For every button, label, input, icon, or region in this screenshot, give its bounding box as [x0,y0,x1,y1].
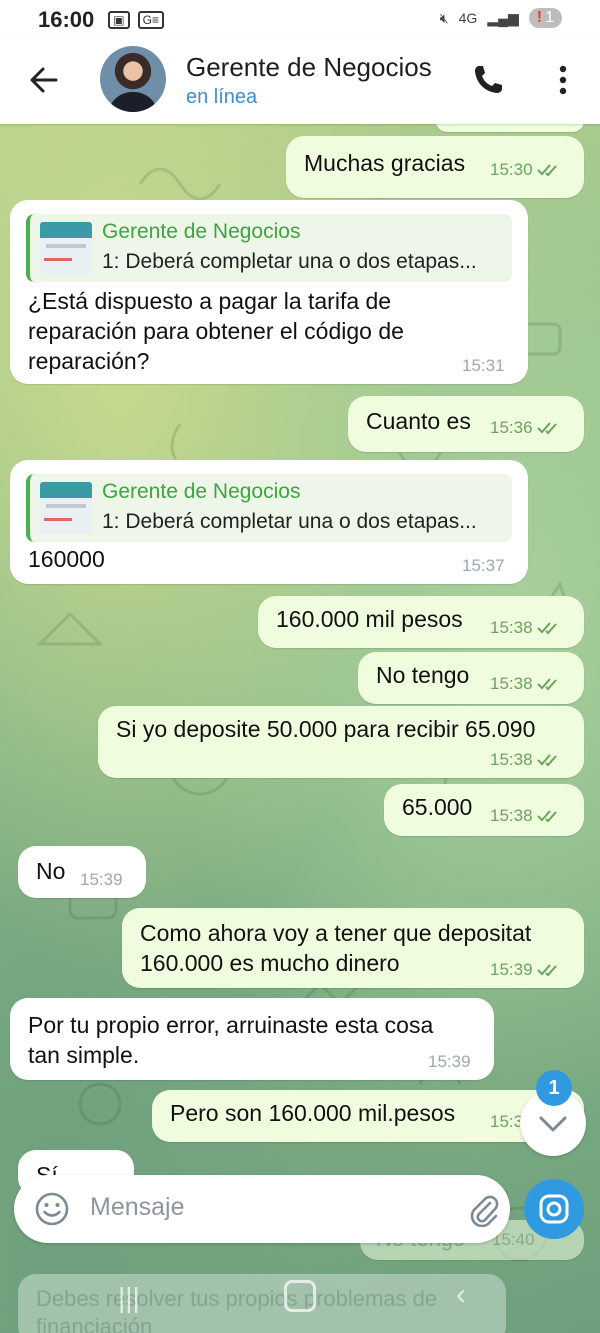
partial-bubble [436,124,584,132]
read-ticks-icon [536,422,557,435]
message-text: Muchas gracias [304,150,466,176]
screenshot-icon: ▣ [108,11,130,29]
message-text-line: Por tu propio error, arruinaste esta cos… [28,1012,434,1038]
status-time: 16:00 [38,7,95,32]
read-ticks-icon [536,754,557,767]
message-input-bar[interactable]: Mensaje [14,1175,510,1243]
message-text: 65.000 [402,794,473,820]
message-time: 15:31 [462,356,505,375]
message-text: Pero son 160.000 mil.pesos [170,1100,456,1126]
outgoing-message[interactable]: Muchas gracias 15:30 [286,136,584,198]
read-ticks-icon [536,678,557,691]
message-time: 15:39 [428,1052,471,1071]
camera-icon [539,1194,569,1224]
reply-snippet: 1: Deberá completar una o dos etapas... [102,250,477,273]
phone-icon[interactable] [470,62,506,98]
reply-snippet: 1: Deberá completar una o dos etapas... [102,510,477,533]
message-text: 160.000 mil pesos [276,606,463,632]
message-time: 15:3 [490,1112,524,1131]
message-time: 15:39 [80,870,123,889]
battery-badge: ! 1 [528,8,562,28]
incoming-message[interactable]: No 15:39 [18,846,146,898]
message-time: 15:36 [490,418,533,437]
message-meta: 15:38 [490,750,565,770]
status-right-icons: 🔇︎ 4G ▂▄▆ ! 1 [440,8,562,28]
online-status: en línea [186,86,258,108]
ge-icon: G≡ [137,11,164,29]
back-nav-icon[interactable]: ‹ [456,1278,466,1312]
read-ticks-icon [536,622,557,635]
message-text-line: 160000 [28,546,105,572]
outgoing-message[interactable]: Cuanto es 15:36 [348,396,584,452]
chat-title[interactable]: Gerente de Negocios [186,52,448,83]
reply-sender: Gerente de Negocios [102,480,301,503]
chat-area[interactable]: Muchas gracias 15:30 Gerente de Negocios… [0,124,600,1333]
message-text: No tengo [376,662,470,688]
status-bar: 16:00 ▣ G≡ 🔇︎ 4G ▂▄▆ ! 1 [0,0,600,40]
back-arrow-icon[interactable] [26,62,62,98]
faded-text-line: financiación [36,1314,153,1333]
faded-text-line: Debes resolver tus propios problemas de [36,1286,438,1311]
avatar[interactable] [100,46,166,112]
home-nav-icon[interactable] [284,1280,316,1312]
reply-sender: Gerente de Negocios [102,220,301,243]
reply-quote[interactable]: Gerente de Negocios 1: Deberá completar … [26,214,512,282]
message-time: 15:38 [490,806,533,825]
message-text: Cuanto es [366,408,471,434]
read-ticks-icon [536,164,557,177]
message-text: Si yo deposite 50.000 para recibir 65.09… [116,716,536,742]
message-meta: 15:38 [490,806,565,826]
message-time: 15:38 [490,750,533,769]
message-text-line: reparación para obtener el código de [28,318,404,344]
message-time: 15:30 [490,160,533,179]
attach-icon[interactable] [466,1191,500,1227]
read-ticks-icon [536,964,557,977]
message-text-line: reparación? [28,348,150,374]
emoji-icon[interactable] [34,1191,70,1227]
faded-incoming-message: Debes resolver tus propios problemas de … [18,1274,506,1333]
outgoing-message[interactable]: Como ahora voy a tener que depositat 160… [122,908,584,988]
message-text-line: 160.000 es mucho dinero [140,950,400,976]
outgoing-message[interactable]: Si yo deposite 50.000 para recibir 65.09… [98,706,584,778]
message-text-line: Como ahora voy a tener que depositat [140,920,532,946]
outgoing-message[interactable]: No tengo 15:38 [358,652,584,704]
message-text-line: ¿Está dispuesto a pagar la tarifa de [28,288,392,314]
message-time: 15:39 [490,960,533,979]
battery-badge-count: 1 [545,9,554,26]
recents-nav-icon[interactable]: ||| [118,1282,140,1314]
incoming-message[interactable]: Por tu propio error, arruinaste esta cos… [10,998,494,1080]
network-label: 4G [458,10,478,26]
read-ticks-icon [536,810,557,823]
chat-header: Gerente de Negocios en línea [0,40,600,124]
message-time: 15:37 [462,556,505,575]
message-input[interactable]: Mensaje [90,1193,185,1222]
message-meta: 15:38 [490,674,565,694]
status-left-icons: ▣ G≡ [108,11,164,29]
mute-icon: 🔇︎ [439,9,449,26]
incoming-message[interactable]: Gerente de Negocios 1: Deberá completar … [10,200,528,384]
signal-icon: ▂▄▆ [487,9,519,26]
reply-quote[interactable]: Gerente de Negocios 1: Deberá completar … [26,474,512,542]
reply-thumbnail [40,222,92,274]
battery-alert-icon: ! [536,9,543,26]
message-text: No [36,858,66,884]
message-time: 15:38 [490,674,533,693]
message-meta: 15:38 [490,618,565,638]
camera-button[interactable] [524,1179,584,1239]
outgoing-message[interactable]: 65.000 15:38 [384,784,584,836]
message-meta: 15:36 [490,418,565,438]
more-options-icon[interactable] [548,60,578,100]
reply-thumbnail [40,482,92,534]
incoming-message[interactable]: Gerente de Negocios 1: Deberá completar … [10,460,528,584]
outgoing-message[interactable]: 160.000 mil pesos 15:38 [258,596,584,648]
message-meta: 15:39 [490,960,565,980]
message-time: 15:38 [490,618,533,637]
message-meta: 15:30 [490,160,565,180]
unread-badge: 1 [536,1070,572,1106]
message-text-line: tan simple. [28,1042,140,1068]
